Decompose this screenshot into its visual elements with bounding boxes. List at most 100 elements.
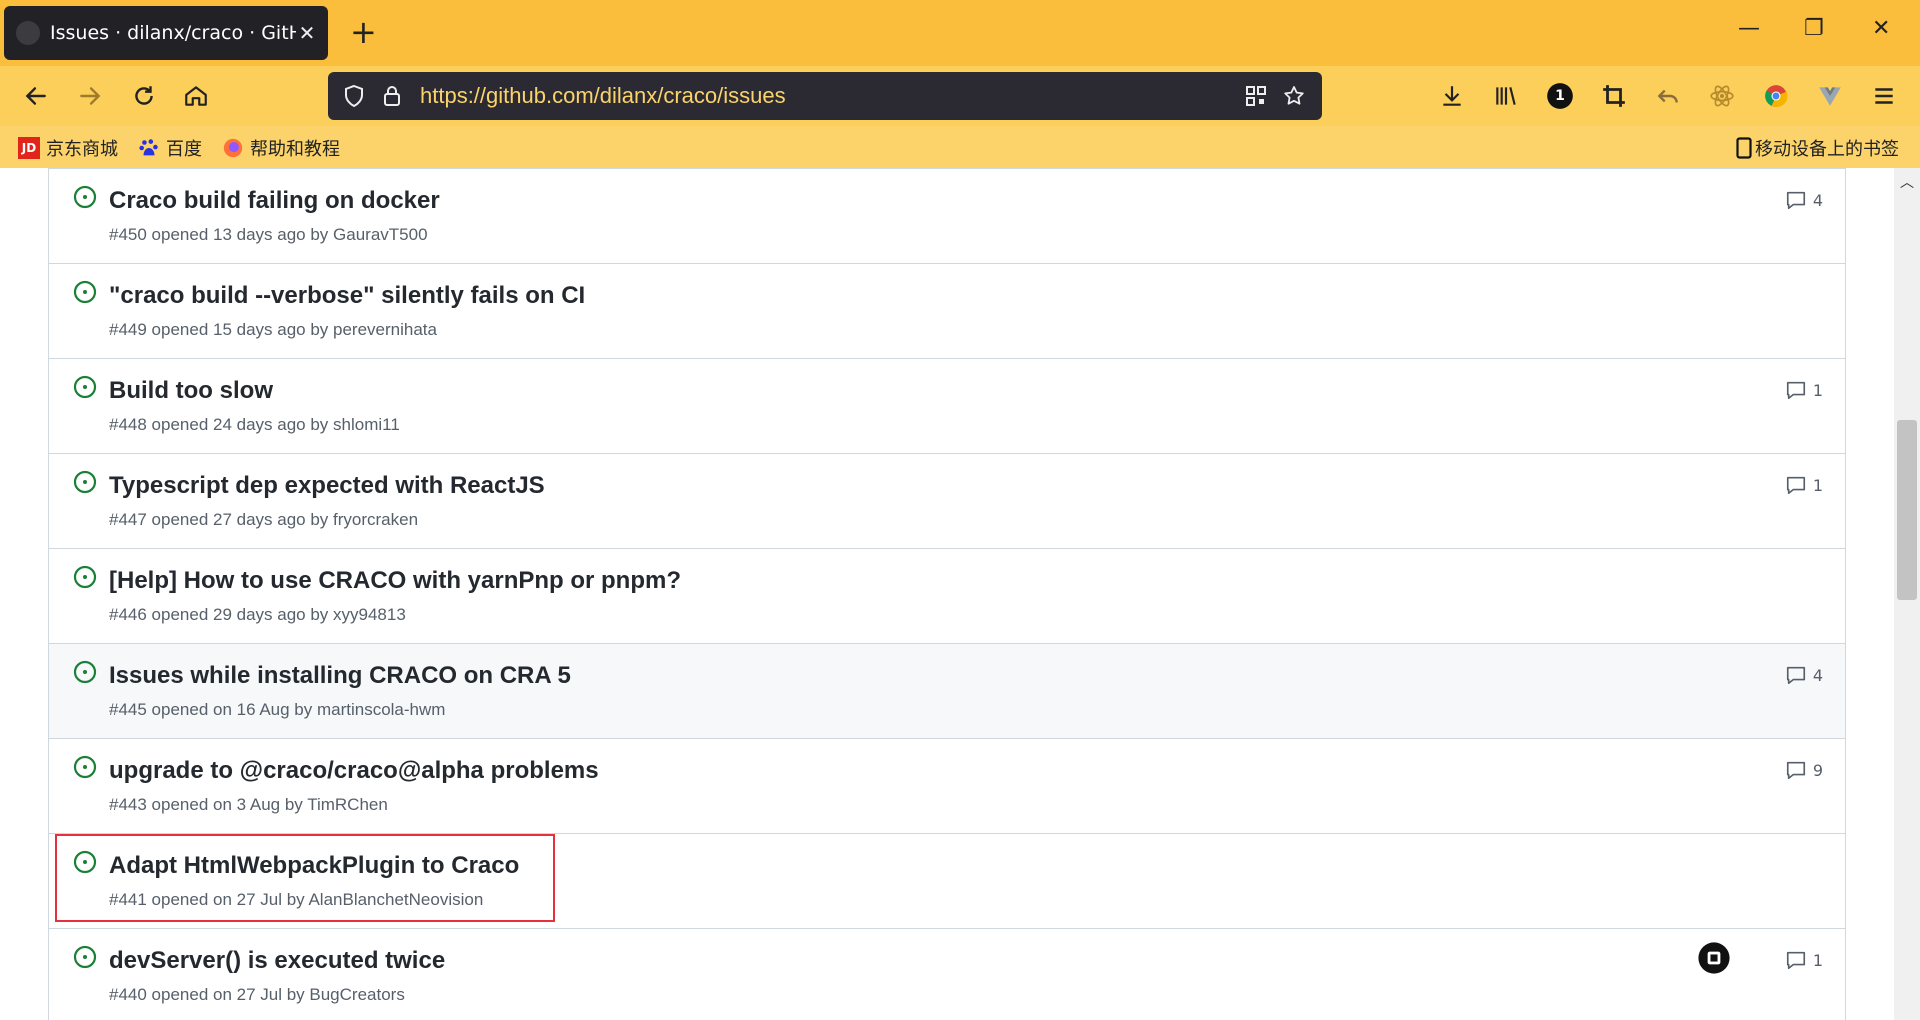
bookmark-baidu[interactable]: 百度 — [138, 135, 202, 161]
issue-meta: #450 opened 13 days ago by GauravT500 — [109, 225, 428, 244]
issue-row: Craco build failing on docker #450 opene… — [49, 168, 1845, 263]
qr-code-icon[interactable] — [1244, 84, 1268, 108]
issue-row-highlighted: Issues while installing CRACO on CRA 5 #… — [49, 643, 1845, 738]
issue-title[interactable]: upgrade to @craco/craco@alpha problems — [109, 757, 599, 785]
react-devtools-button[interactable] — [1706, 80, 1738, 112]
url-bar[interactable]: https://github.com/dilanx/craco/issues — [328, 72, 1322, 120]
comment-icon — [1786, 761, 1805, 780]
navigation-toolbar: https://github.com/dilanx/craco/issues 1 — [0, 66, 1920, 126]
undo-icon — [1657, 89, 1678, 103]
comment-count[interactable]: 9 — [1785, 759, 1823, 781]
issue-title[interactable]: Issues while installing CRACO on CRA 5 — [109, 662, 571, 690]
onepassword-label: 1 — [1555, 88, 1565, 104]
issue-meta: #445 opened on 16 Aug by martinscola-hwm — [109, 700, 446, 719]
menu-icon — [1875, 88, 1893, 104]
scroll-thumb[interactable] — [1897, 420, 1917, 600]
bookmark-label: 京东商城 — [46, 139, 118, 160]
baidu-icon — [139, 139, 158, 156]
comment-count-value: 9 — [1812, 760, 1823, 780]
open-issue-icon — [73, 945, 97, 969]
reload-button[interactable] — [128, 80, 160, 112]
forward-button[interactable] — [74, 80, 106, 112]
stop-recording-icon[interactable] — [1697, 941, 1731, 975]
vue-devtools-button[interactable] — [1814, 80, 1846, 112]
issue-row: [Help] How to use CRACO with yarnPnp or … — [49, 548, 1845, 643]
onepassword-button[interactable]: 1 — [1544, 80, 1576, 112]
menu-button[interactable] — [1868, 80, 1900, 112]
reload-icon — [135, 86, 153, 105]
comment-icon — [1786, 951, 1805, 970]
comment-count-value: 1 — [1812, 475, 1823, 495]
crop-button[interactable] — [1598, 80, 1630, 112]
tab-title: Issues · dilanx/craco · GitHub — [50, 22, 296, 44]
open-issue-icon — [73, 850, 97, 874]
restore-button[interactable]: ❐ — [1804, 16, 1824, 41]
comment-icon — [1786, 381, 1805, 400]
bookmark-help[interactable]: 帮助和教程 — [222, 135, 340, 161]
comment-icon — [1786, 666, 1805, 685]
comment-count[interactable]: 1 — [1785, 379, 1823, 401]
shield-icon[interactable] — [342, 84, 366, 108]
comment-icon — [1786, 476, 1805, 495]
download-button[interactable] — [1436, 80, 1468, 112]
comment-count[interactable]: 1 — [1785, 474, 1823, 496]
issue-title[interactable]: "craco build --verbose" silently fails o… — [109, 282, 585, 310]
page-content: Craco build failing on docker #450 opene… — [0, 168, 1894, 1020]
issue-row: upgrade to @craco/craco@alpha problems #… — [49, 738, 1845, 833]
bookmark-jd[interactable]: JD 京东商城 — [18, 135, 118, 161]
issue-meta: #449 opened 15 days ago by perevernihata — [109, 320, 437, 339]
new-tab-button[interactable]: + — [350, 14, 377, 50]
react-devtools-icon — [1710, 85, 1734, 107]
bookmark-label: 百度 — [166, 139, 202, 160]
issue-row: Adapt HtmlWebpackPlugin to Craco #441 op… — [49, 833, 1845, 928]
issue-meta: #440 opened on 27 Jul by BugCreators — [109, 985, 405, 1004]
tab-close-icon[interactable]: ✕ — [296, 21, 318, 45]
issue-meta: #448 opened 24 days ago by shlomi11 — [109, 415, 400, 434]
issue-row: "craco build --verbose" silently fails o… — [49, 263, 1845, 358]
open-issue-icon — [73, 375, 97, 399]
issue-row: Typescript dep expected with ReactJS #44… — [49, 453, 1845, 548]
comment-count[interactable]: 1 — [1785, 949, 1823, 971]
bookmark-label: 移动设备上的书签 — [1755, 139, 1899, 160]
issue-meta: #446 opened 29 days ago by xyy94813 — [109, 605, 406, 624]
comment-count-value: 1 — [1812, 950, 1823, 970]
issue-title[interactable]: [Help] How to use CRACO with yarnPnp or … — [109, 567, 681, 595]
issue-title[interactable]: Adapt HtmlWebpackPlugin to Craco — [109, 852, 519, 880]
library-button[interactable] — [1490, 80, 1522, 112]
issue-row: devServer() is executed twice #440 opene… — [49, 928, 1845, 1020]
issue-row: Build too slow #448 opened 24 days ago b… — [49, 358, 1845, 453]
comment-count-value: 4 — [1812, 665, 1823, 685]
bookmark-mobile[interactable]: 移动设备上的书签 — [1736, 135, 1899, 161]
comment-count[interactable]: 4 — [1785, 189, 1823, 211]
issue-title[interactable]: Typescript dep expected with ReactJS — [109, 472, 545, 500]
comment-count-value: 1 — [1812, 380, 1823, 400]
active-tab[interactable]: Issues · dilanx/craco · GitHub ✕ — [4, 6, 328, 60]
url-text[interactable]: https://github.com/dilanx/craco/issues — [420, 83, 786, 109]
comment-count[interactable]: 4 — [1785, 664, 1823, 686]
chrome-icon — [1765, 85, 1788, 107]
undo-button[interactable] — [1652, 80, 1684, 112]
chrome-extension-button[interactable] — [1760, 80, 1792, 112]
comment-count-value: 4 — [1812, 190, 1823, 210]
github-favicon-icon — [16, 21, 40, 45]
firefox-icon — [223, 138, 243, 158]
scroll-up-arrow-icon[interactable]: ︿ — [1900, 172, 1914, 192]
minimize-button[interactable]: — — [1738, 16, 1760, 41]
bookmark-star-icon[interactable] — [1282, 84, 1306, 108]
tab-bar: Issues · dilanx/craco · GitHub ✕ + — ❐ ✕ — [0, 0, 1920, 66]
crop-icon — [1603, 85, 1625, 107]
back-button[interactable] — [20, 80, 52, 112]
open-issue-icon — [73, 565, 97, 589]
issue-title[interactable]: devServer() is executed twice — [109, 947, 445, 975]
issue-title[interactable]: Craco build failing on docker — [109, 187, 440, 215]
vertical-scrollbar[interactable]: ︿ — [1894, 168, 1920, 1020]
home-icon — [185, 86, 207, 106]
open-issue-icon — [73, 755, 97, 779]
close-window-button[interactable]: ✕ — [1872, 16, 1890, 41]
library-icon — [1496, 87, 1516, 105]
download-icon — [1443, 86, 1461, 106]
open-issue-icon — [73, 470, 97, 494]
home-button[interactable] — [180, 80, 212, 112]
issue-title[interactable]: Build too slow — [109, 377, 273, 405]
lock-icon[interactable] — [380, 84, 404, 108]
